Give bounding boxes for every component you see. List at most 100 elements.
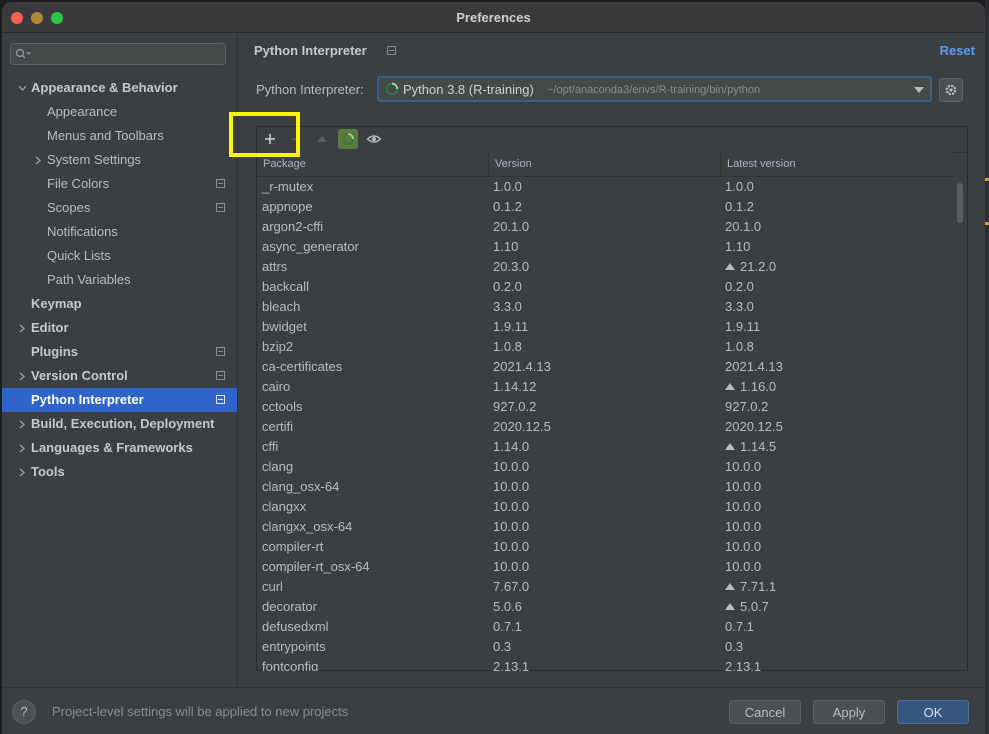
reset-link[interactable]: Reset [940, 43, 975, 58]
sidebar-item-file-colors[interactable]: File Colors [2, 172, 237, 196]
sidebar-item-version-control[interactable]: Version Control [2, 364, 237, 388]
use-conda-toggle[interactable] [338, 129, 358, 149]
project-level-icon [216, 395, 225, 404]
table-row[interactable]: clang_osx-64 10.0.0 10.0.0 [257, 477, 953, 497]
sidebar-item-appearance[interactable]: Appearance [2, 100, 237, 124]
package-version-cell: 0.1.2 [493, 199, 522, 214]
latest-version-text: 5.0.7 [740, 599, 769, 614]
package-latest-version-cell: 10.0.0 [725, 477, 761, 497]
package-name-cell: compiler-rt [262, 539, 324, 554]
table-row[interactable]: _r-mutex 1.0.0 1.0.0 [257, 177, 953, 197]
sidebar-item-plugins[interactable]: Plugins [2, 340, 237, 364]
chevron-right-icon[interactable] [18, 460, 28, 484]
column-header-latest-version[interactable]: Latest version [720, 152, 953, 176]
chevron-down-icon[interactable] [18, 76, 28, 100]
latest-version-text: 0.3 [725, 639, 744, 654]
background-window-edge [985, 0, 989, 734]
sidebar-item-languages-frameworks[interactable]: Languages & Frameworks [2, 436, 237, 460]
latest-version-text: 0.7.1 [725, 619, 754, 634]
chevron-right-icon[interactable] [18, 436, 28, 460]
table-row[interactable]: compiler-rt 10.0.0 10.0.0 [257, 537, 953, 557]
package-version-cell: 1.0.8 [493, 339, 522, 354]
sidebar-item-tools[interactable]: Tools [2, 460, 237, 484]
packages-panel: Package Version Latest version _r-mutex 1… [256, 126, 968, 671]
table-row[interactable]: ca-certificates 2021.4.13 2021.4.13 [257, 357, 953, 377]
project-level-icon [387, 46, 396, 55]
interpreter-select[interactable]: Python 3.8 (R-training) ~/opt/anaconda3/… [377, 76, 932, 102]
sidebar-item-scopes[interactable]: Scopes [2, 196, 237, 220]
sidebar-item-system-settings[interactable]: System Settings [2, 148, 237, 172]
table-row[interactable]: bwidget 1.9.11 1.9.11 [257, 317, 953, 337]
sidebar-item-notifications[interactable]: Notifications [2, 220, 237, 244]
sidebar-item-python-interpreter[interactable]: Python Interpreter [2, 388, 237, 412]
table-row[interactable]: clangxx 10.0.0 10.0.0 [257, 497, 953, 517]
sidebar-item-label: File Colors [47, 176, 110, 191]
table-row[interactable]: bzip2 1.0.8 1.0.8 [257, 337, 953, 357]
package-latest-version-cell: 5.0.7 [725, 597, 769, 617]
gear-icon [945, 84, 957, 96]
package-name-cell: bwidget [262, 319, 307, 334]
package-latest-version-cell: 0.2.0 [725, 277, 754, 297]
chevron-right-icon[interactable] [34, 148, 44, 172]
package-version-cell: 2021.4.13 [493, 359, 551, 374]
table-row[interactable]: certifi 2020.12.5 2020.12.5 [257, 417, 953, 437]
interpreter-settings-button[interactable] [939, 78, 963, 102]
sidebar-item-label: Python Interpreter [31, 392, 144, 407]
chevron-right-icon[interactable] [18, 412, 28, 436]
package-name-cell: bzip2 [262, 339, 294, 354]
package-name-cell: entrypoints [262, 639, 326, 654]
sidebar-item-appearance-behavior[interactable]: Appearance & Behavior [2, 76, 237, 100]
chevron-right-icon[interactable] [18, 364, 28, 388]
package-name-cell: clang [262, 459, 294, 474]
cancel-button[interactable]: Cancel [729, 700, 801, 724]
package-name-cell: attrs [262, 259, 288, 274]
project-level-icon [216, 371, 225, 380]
sidebar-item-path-variables[interactable]: Path Variables [2, 268, 237, 292]
table-row[interactable]: clang 10.0.0 10.0.0 [257, 457, 953, 477]
table-row[interactable]: attrs 20.3.0 21.2.0 [257, 257, 953, 277]
settings-search-input[interactable] [10, 43, 226, 65]
table-row[interactable]: defusedxml 0.7.1 0.7.1 [257, 617, 953, 637]
package-version-cell: 0.3 [493, 639, 512, 654]
table-row[interactable]: bleach 3.3.0 3.3.0 [257, 297, 953, 317]
table-row[interactable]: cairo 1.14.12 1.16.0 [257, 377, 953, 397]
package-name-cell: cctools [262, 399, 303, 414]
dropdown-arrow-icon [914, 87, 924, 93]
package-version-cell: 10.0.0 [493, 479, 530, 494]
column-header-version[interactable]: Version [488, 152, 720, 176]
sidebar-item-quick-lists[interactable]: Quick Lists [2, 244, 237, 268]
package-latest-version-cell: 21.2.0 [725, 257, 776, 277]
apply-button[interactable]: Apply [813, 700, 885, 724]
table-row[interactable]: cffi 1.14.0 1.14.5 [257, 437, 953, 457]
sidebar-item-label: Quick Lists [47, 248, 111, 263]
package-version-cell: 2.13.1 [493, 659, 530, 671]
table-row[interactable]: decorator 5.0.6 5.0.7 [257, 597, 953, 617]
package-version-cell: 20.3.0 [493, 259, 530, 274]
table-row[interactable]: cctools 927.0.2 927.0.2 [257, 397, 953, 417]
table-row[interactable]: compiler-rt_osx-64 10.0.0 10.0.0 [257, 557, 953, 577]
table-row[interactable]: async_generator 1.10 1.10 [257, 237, 953, 257]
table-row[interactable]: appnope 0.1.2 0.1.2 [257, 197, 953, 217]
sidebar-item-build-execution-deployment[interactable]: Build, Execution, Deployment [2, 412, 237, 436]
table-row[interactable]: argon2-cffi 20.1.0 20.1.0 [257, 217, 953, 237]
sidebar-item-keymap[interactable]: Keymap [2, 292, 237, 316]
table-row[interactable]: fontconfig 2.13.1 2.13.1 [257, 657, 953, 671]
vertical-scrollbar[interactable] [957, 183, 963, 223]
project-level-icon [216, 203, 225, 212]
table-row[interactable]: entrypoints 0.3 0.3 [257, 637, 953, 657]
loading-spinner-icon [385, 82, 399, 96]
table-row[interactable]: backcall 0.2.0 0.2.0 [257, 277, 953, 297]
ok-button[interactable]: OK [897, 700, 969, 724]
table-row[interactable]: curl 7.67.0 7.71.1 [257, 577, 953, 597]
chevron-right-icon[interactable] [18, 316, 28, 340]
help-button[interactable]: ? [12, 700, 36, 724]
sidebar-item-menus-and-toolbars[interactable]: Menus and Toolbars [2, 124, 237, 148]
upgrade-available-icon [725, 383, 735, 390]
settings-sidebar: Appearance & Behavior Appearance Menus and… [2, 33, 238, 687]
sidebar-item-editor[interactable]: Editor [2, 316, 237, 340]
latest-version-text: 927.0.2 [725, 399, 769, 414]
table-row[interactable]: clangxx_osx-64 10.0.0 10.0.0 [257, 517, 953, 537]
show-early-releases-button[interactable] [364, 129, 384, 149]
title-bar: Preferences [2, 2, 985, 33]
upgrade-package-button[interactable] [312, 129, 332, 149]
